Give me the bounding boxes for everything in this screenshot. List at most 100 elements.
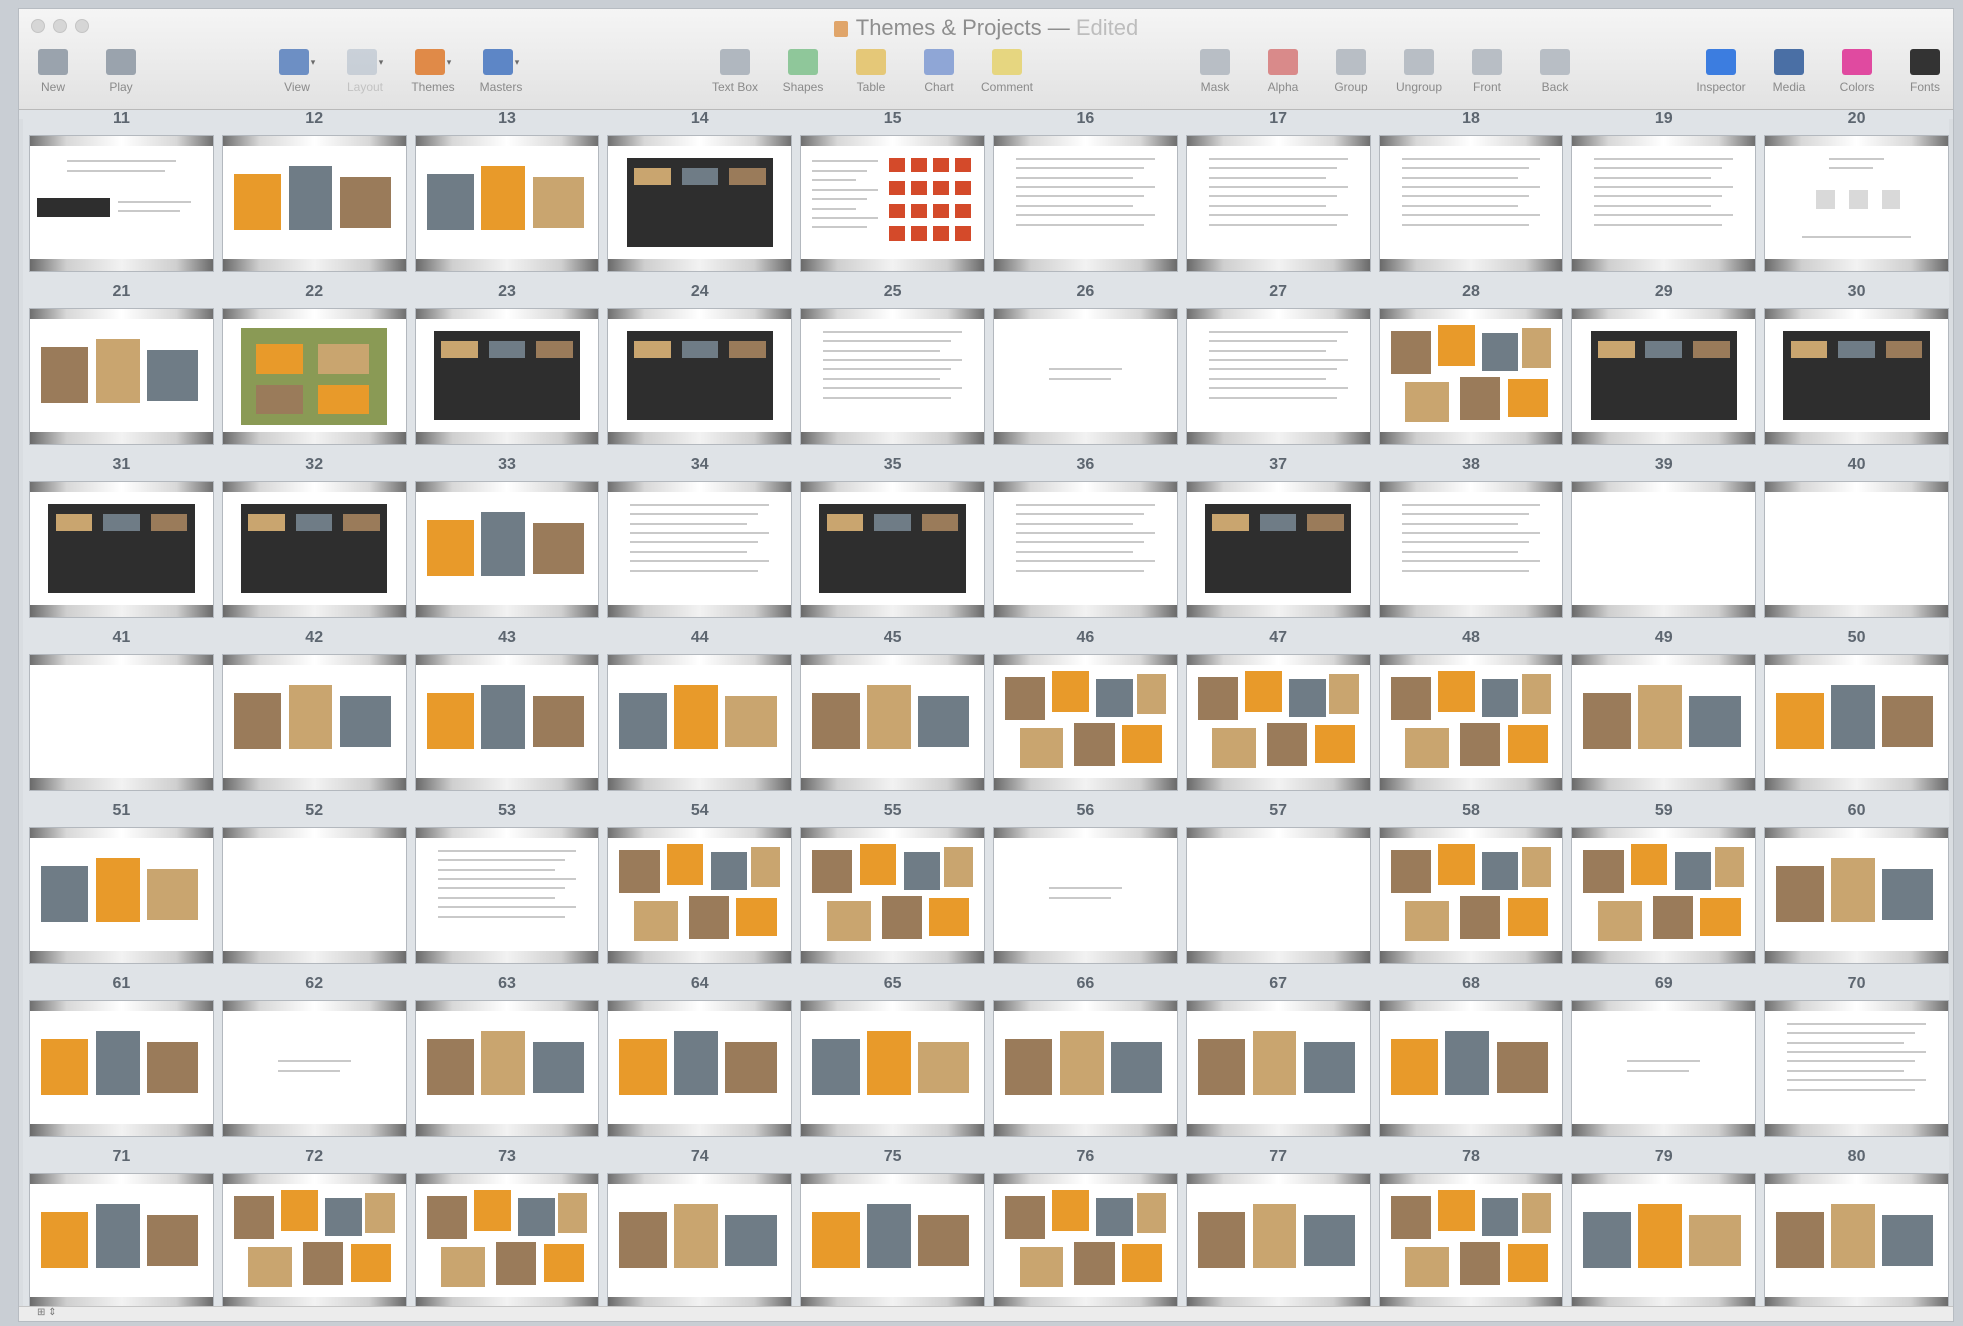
fonts-button[interactable]: Fonts [1899, 49, 1951, 94]
slide-thumbnail[interactable]: 63 [411, 975, 604, 1148]
text-box-button[interactable]: Text Box [709, 49, 761, 94]
slide-image [481, 1030, 526, 1096]
slide-thumbnail[interactable]: 53 [411, 802, 604, 975]
slide-thumbnail[interactable]: 52 [218, 802, 411, 975]
slide-thumbnail[interactable]: 18 [1375, 110, 1568, 283]
slide-number: 21 [112, 283, 131, 300]
slide-thumbnail[interactable]: 35 [796, 456, 989, 629]
slide-thumbnail[interactable]: 34 [603, 456, 796, 629]
slide-thumbnail[interactable]: 13 [411, 110, 604, 283]
slide-thumbnail[interactable]: 30 [1760, 283, 1953, 456]
slide-thumbnail[interactable]: 23 [411, 283, 604, 456]
slide-thumbnail[interactable]: 26 [989, 283, 1182, 456]
slide-thumbnail[interactable]: 21 [25, 283, 218, 456]
slide-thumbnail[interactable]: 70 [1760, 975, 1953, 1148]
slide-thumbnail[interactable]: 61 [25, 975, 218, 1148]
slide-thumbnail[interactable]: 78 [1375, 1148, 1568, 1310]
view-button[interactable]: ▾ View [271, 49, 323, 94]
alpha-button[interactable]: Alpha [1257, 49, 1309, 94]
slide-thumbnail[interactable]: 80 [1760, 1148, 1953, 1310]
slide-thumbnail[interactable]: 48 [1375, 629, 1568, 802]
layout-button[interactable]: ▾ Layout [339, 49, 391, 94]
slide-thumbnail[interactable]: 64 [603, 975, 796, 1148]
slide-thumbnail[interactable]: 73 [411, 1148, 604, 1310]
slide-thumbnail[interactable]: 67 [1182, 975, 1375, 1148]
slide-thumbnail[interactable]: 66 [989, 975, 1182, 1148]
view-toggle-icon[interactable]: ⊞ ⇕ [37, 1307, 57, 1318]
slide-thumbnail[interactable]: 77 [1182, 1148, 1375, 1310]
slide-thumbnail[interactable]: 38 [1375, 456, 1568, 629]
slide-thumbnail[interactable]: 62 [218, 975, 411, 1148]
slide-thumbnail[interactable]: 58 [1375, 802, 1568, 975]
slide-thumbnail[interactable]: 65 [796, 975, 989, 1148]
comment-button[interactable]: Comment [981, 49, 1033, 94]
colors-button[interactable]: Colors [1831, 49, 1883, 94]
slide-thumbnail[interactable]: 40 [1760, 456, 1953, 629]
slide-thumbnail[interactable]: 76 [989, 1148, 1182, 1310]
slide-thumbnail[interactable]: 39 [1567, 456, 1760, 629]
slide-thumbnail[interactable]: 74 [603, 1148, 796, 1310]
slide-thumbnail[interactable]: 50 [1760, 629, 1953, 802]
slide-thumbnail[interactable]: 20 [1760, 110, 1953, 283]
slide-thumbnail[interactable]: 69 [1567, 975, 1760, 1148]
slide-thumbnail[interactable]: 45 [796, 629, 989, 802]
slide-thumbnail[interactable]: 43 [411, 629, 604, 802]
mask-button[interactable]: Mask [1189, 49, 1241, 94]
slide-thumbnail[interactable]: 46 [989, 629, 1182, 802]
slide-thumbnail[interactable]: 19 [1567, 110, 1760, 283]
slide-thumbnail[interactable]: 75 [796, 1148, 989, 1310]
media-button[interactable]: Media [1763, 49, 1815, 94]
slide-thumbnail[interactable]: 24 [603, 283, 796, 456]
slide-thumbnail[interactable]: 60 [1760, 802, 1953, 975]
slide-thumbnail[interactable]: 27 [1182, 283, 1375, 456]
slide-thumbnail[interactable]: 54 [603, 802, 796, 975]
play-button[interactable]: Play [95, 49, 147, 94]
slide-thumbnail[interactable]: 15 [796, 110, 989, 283]
slide-thumbnail[interactable]: 16 [989, 110, 1182, 283]
slide-thumbnail[interactable]: 49 [1567, 629, 1760, 802]
slide-thumbnail[interactable]: 42 [218, 629, 411, 802]
new-slide-button[interactable]: New [27, 49, 79, 94]
shapes-button[interactable]: Shapes [777, 49, 829, 94]
slide-thumbnail[interactable]: 55 [796, 802, 989, 975]
slide-thumbnail[interactable]: 33 [411, 456, 604, 629]
front-button[interactable]: Front [1461, 49, 1513, 94]
slide-thumbnail[interactable]: 31 [25, 456, 218, 629]
slide-thumbnail[interactable]: 36 [989, 456, 1182, 629]
slide-thumbnail[interactable]: 28 [1375, 283, 1568, 456]
table-button[interactable]: Table [845, 49, 897, 94]
slide-thumbnail[interactable]: 51 [25, 802, 218, 975]
slide-thumbnail[interactable]: 11 [25, 110, 218, 283]
group-button[interactable]: Group [1325, 49, 1377, 94]
slide-thumbnail[interactable]: 17 [1182, 110, 1375, 283]
slide-preview [801, 1001, 984, 1136]
slide-thumbnail[interactable]: 22 [218, 283, 411, 456]
slide-thumbnail[interactable]: 71 [25, 1148, 218, 1310]
slide-image [1689, 695, 1741, 747]
slide-thumbnail[interactable]: 68 [1375, 975, 1568, 1148]
slide-thumbnail[interactable]: 25 [796, 283, 989, 456]
inspector-button[interactable]: Inspector [1695, 49, 1747, 94]
slide-thumbnail[interactable]: 32 [218, 456, 411, 629]
slide-image [325, 1198, 362, 1237]
slide-thumbnail[interactable]: 56 [989, 802, 1182, 975]
slide-thumbnail[interactable]: 44 [603, 629, 796, 802]
back-button[interactable]: Back [1529, 49, 1581, 94]
slide-thumbnail[interactable]: 72 [218, 1148, 411, 1310]
slide-thumbnail[interactable]: 29 [1567, 283, 1760, 456]
slide-number: 26 [1076, 283, 1095, 300]
themes-button[interactable]: ▾ Themes [407, 49, 459, 94]
chart-button[interactable]: Chart [913, 49, 965, 94]
slide-thumbnail[interactable]: 57 [1182, 802, 1375, 975]
slide-thumbnail[interactable]: 79 [1567, 1148, 1760, 1310]
slide-thumbnail[interactable]: 14 [603, 110, 796, 283]
scrollbar[interactable] [1949, 119, 1953, 1309]
slide-thumbnail[interactable]: 37 [1182, 456, 1375, 629]
slide-preview [1186, 1001, 1370, 1136]
slide-thumbnail[interactable]: 12 [218, 110, 411, 283]
ungroup-button[interactable]: Ungroup [1393, 49, 1445, 94]
slide-thumbnail[interactable]: 47 [1182, 629, 1375, 802]
masters-button[interactable]: ▾ Masters [475, 49, 527, 94]
slide-thumbnail[interactable]: 41 [25, 629, 218, 802]
slide-thumbnail[interactable]: 59 [1567, 802, 1760, 975]
